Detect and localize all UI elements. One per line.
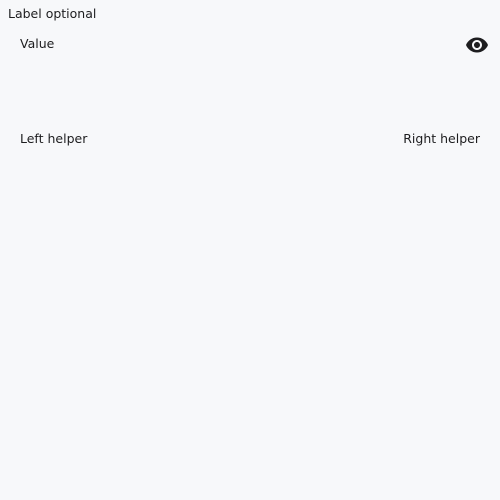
- helper-text-left: Left helper: [20, 131, 88, 146]
- helper-text-right: Right helper: [403, 131, 480, 146]
- eye-icon: [466, 37, 488, 53]
- show-password-toggle[interactable]: [462, 32, 492, 58]
- input-value[interactable]: Value: [20, 36, 54, 52]
- password-input[interactable]: Value: [8, 28, 492, 62]
- field-label: Label optional: [8, 6, 97, 21]
